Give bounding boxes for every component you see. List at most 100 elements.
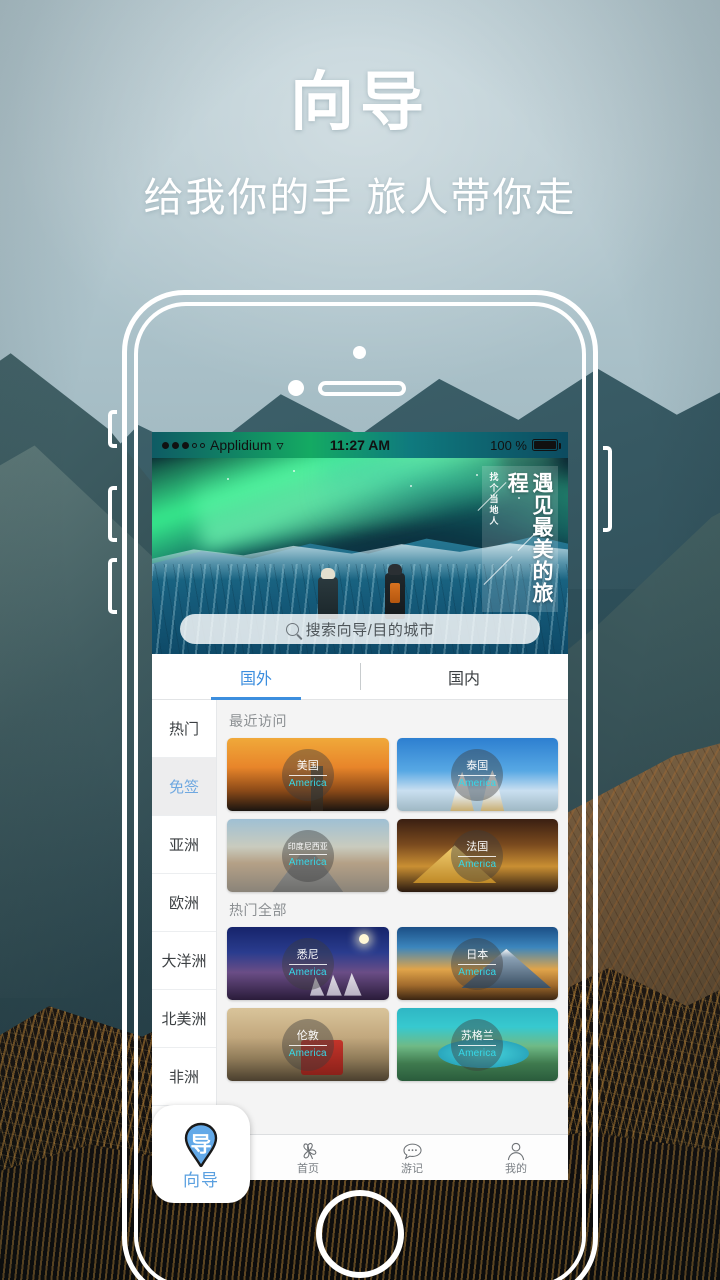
destination-grid-popular: 悉尼 America 日本 America 伦敦 America 苏格兰 Ame…	[227, 927, 558, 1081]
badge-divider	[458, 775, 497, 777]
nav-item-label: 我的	[505, 1162, 527, 1175]
search-bar[interactable]: 搜索向导/目的城市	[180, 614, 540, 644]
battery-icon	[532, 439, 561, 451]
status-bar: Applidium ▿ 11:27 AM 100 %	[152, 432, 568, 458]
search-input-placeholder[interactable]: 搜索向导/目的城市	[306, 619, 435, 640]
clover-icon	[298, 1141, 319, 1162]
silent-switch-button[interactable]	[108, 410, 117, 448]
sidebar-item-label: 北美洲	[161, 1011, 207, 1028]
destination-card[interactable]: 印度尼西亚 America	[227, 819, 389, 892]
sidebar-item-europe[interactable]: 欧洲	[152, 874, 216, 932]
sidebar-item-north-america[interactable]: 北美洲	[152, 990, 216, 1048]
destination-name-en: America	[288, 857, 327, 869]
destination-badge: 美国 America	[281, 748, 334, 801]
badge-divider	[288, 964, 327, 966]
signal-strength-icon	[162, 441, 205, 449]
destination-name-cn: 泰国	[466, 759, 489, 772]
destination-card[interactable]: 泰国 America	[396, 738, 558, 811]
carrier-label: Applidium	[210, 437, 272, 453]
destination-card[interactable]: 日本 America	[396, 927, 558, 1000]
badge-divider	[288, 1045, 327, 1047]
section-title-popular: 热门全部	[229, 902, 287, 918]
phone-screen: Applidium ▿ 11:27 AM 100 % 找个当地人 遇见最美的旅程…	[152, 432, 568, 1180]
wifi-icon: ▿	[276, 437, 284, 453]
home-button[interactable]	[316, 1190, 404, 1278]
destination-name-cn: 苏格兰	[460, 1029, 494, 1042]
volume-down-button[interactable]	[108, 558, 117, 614]
sidebar-item-label: 热门	[168, 721, 199, 738]
destination-name-cn: 悉尼	[296, 948, 319, 961]
sidebar-item-hot[interactable]: 热门	[152, 700, 216, 758]
app-icon-label: 向导	[183, 1170, 219, 1190]
destination-name-cn: 印度尼西亚	[287, 841, 328, 851]
nav-item-travelogue[interactable]: 游记	[360, 1141, 464, 1175]
proximity-sensor-icon	[288, 380, 304, 396]
badge-divider	[458, 1045, 497, 1047]
chat-bubble-icon	[402, 1141, 423, 1162]
destination-name-en: America	[458, 967, 497, 979]
tab-overseas-label: 国外	[239, 670, 272, 688]
destination-name-cn: 法国	[466, 840, 489, 853]
destination-name-en: America	[288, 967, 327, 979]
nav-item-home[interactable]: 首页	[256, 1141, 360, 1175]
hero-hiker-right	[384, 563, 405, 619]
status-bar-right: 100 %	[490, 438, 561, 453]
sidebar-item-label: 大洋洲	[161, 953, 207, 970]
badge-divider	[458, 964, 497, 966]
badge-divider	[288, 775, 327, 777]
hero-hiker-left	[318, 567, 339, 619]
sidebar-item-label: 亚洲	[168, 837, 199, 854]
destination-badge: 印度尼西亚 America	[281, 829, 334, 882]
sidebar-item-asia[interactable]: 亚洲	[152, 816, 216, 874]
sidebar-item-africa[interactable]: 非洲	[152, 1048, 216, 1106]
person-icon	[506, 1141, 526, 1162]
category-sidebar: 热门 免签 亚洲 欧洲 大洋洲 北美洲 非洲	[152, 700, 217, 1134]
destination-name-en: America	[458, 1048, 497, 1060]
app-icon-badge[interactable]: 导 向导	[152, 1105, 250, 1203]
destination-badge: 苏格兰 America	[451, 1018, 504, 1071]
destination-card[interactable]: 法国 America	[396, 819, 558, 892]
destination-card[interactable]: 伦敦 America	[227, 1008, 389, 1081]
map-pin-icon: 导	[176, 1120, 226, 1170]
promo-title: 向导	[290, 66, 430, 138]
destination-card[interactable]: 悉尼 America	[227, 927, 389, 1000]
badge-divider	[288, 854, 327, 856]
hero-caption-small: 找个当地人	[488, 472, 499, 527]
destination-badge: 法国 America	[451, 829, 504, 882]
tab-overseas[interactable]: 国外	[152, 654, 360, 700]
destination-badge: 伦敦 America	[281, 1018, 334, 1071]
promo-headline: 向导 给我你的手 旅人带你走	[0, 70, 720, 218]
destination-badge: 悉尼 America	[281, 937, 334, 990]
destination-panel: 最近访问 美国 America 泰国 America 印度尼西亚 America…	[217, 700, 568, 1134]
destination-name-en: America	[458, 778, 497, 790]
volume-up-button[interactable]	[108, 486, 117, 542]
sidebar-item-label: 免签	[168, 779, 199, 796]
promo-subtitle: 给我你的手 旅人带你走	[143, 176, 577, 220]
sidebar-item-label: 欧洲	[168, 895, 199, 912]
tab-domestic-label: 国内	[447, 670, 480, 688]
sidebar-item-label: 非洲	[168, 1069, 199, 1086]
section-title-recent: 最近访问	[229, 713, 287, 729]
destination-name-cn: 伦敦	[296, 1029, 319, 1042]
hero-vertical-caption: 找个当地人 遇见最美的旅程	[477, 466, 558, 612]
destination-badge: 泰国 America	[451, 748, 504, 801]
nav-item-label: 游记	[401, 1162, 423, 1175]
search-icon	[285, 622, 299, 636]
nav-item-profile[interactable]: 我的	[464, 1141, 568, 1175]
destination-name-en: America	[288, 1048, 327, 1060]
content-area: 热门 免签 亚洲 欧洲 大洋洲 北美洲 非洲 最近访问 美国 America 泰…	[152, 700, 568, 1134]
destination-grid-recent: 美国 America 泰国 America 印度尼西亚 America 法国 A…	[227, 738, 558, 892]
status-bar-left: Applidium ▿	[162, 437, 284, 453]
destination-name-cn: 美国	[296, 759, 319, 772]
sidebar-item-oceania[interactable]: 大洋洲	[152, 932, 216, 990]
power-button[interactable]	[603, 446, 612, 532]
sidebar-item-visa-free[interactable]: 免签	[152, 758, 216, 816]
destination-name-cn: 日本	[466, 948, 489, 961]
earpiece-speaker-icon	[318, 381, 406, 396]
nav-item-label: 首页	[297, 1162, 319, 1175]
hero-banner: 找个当地人 遇见最美的旅程 搜索向导/目的城市	[152, 458, 568, 654]
destination-card[interactable]: 美国 America	[227, 738, 389, 811]
region-tabs: 国外 国内	[152, 654, 568, 700]
destination-card[interactable]: 苏格兰 America	[396, 1008, 558, 1081]
tab-domestic[interactable]: 国内	[360, 654, 568, 699]
